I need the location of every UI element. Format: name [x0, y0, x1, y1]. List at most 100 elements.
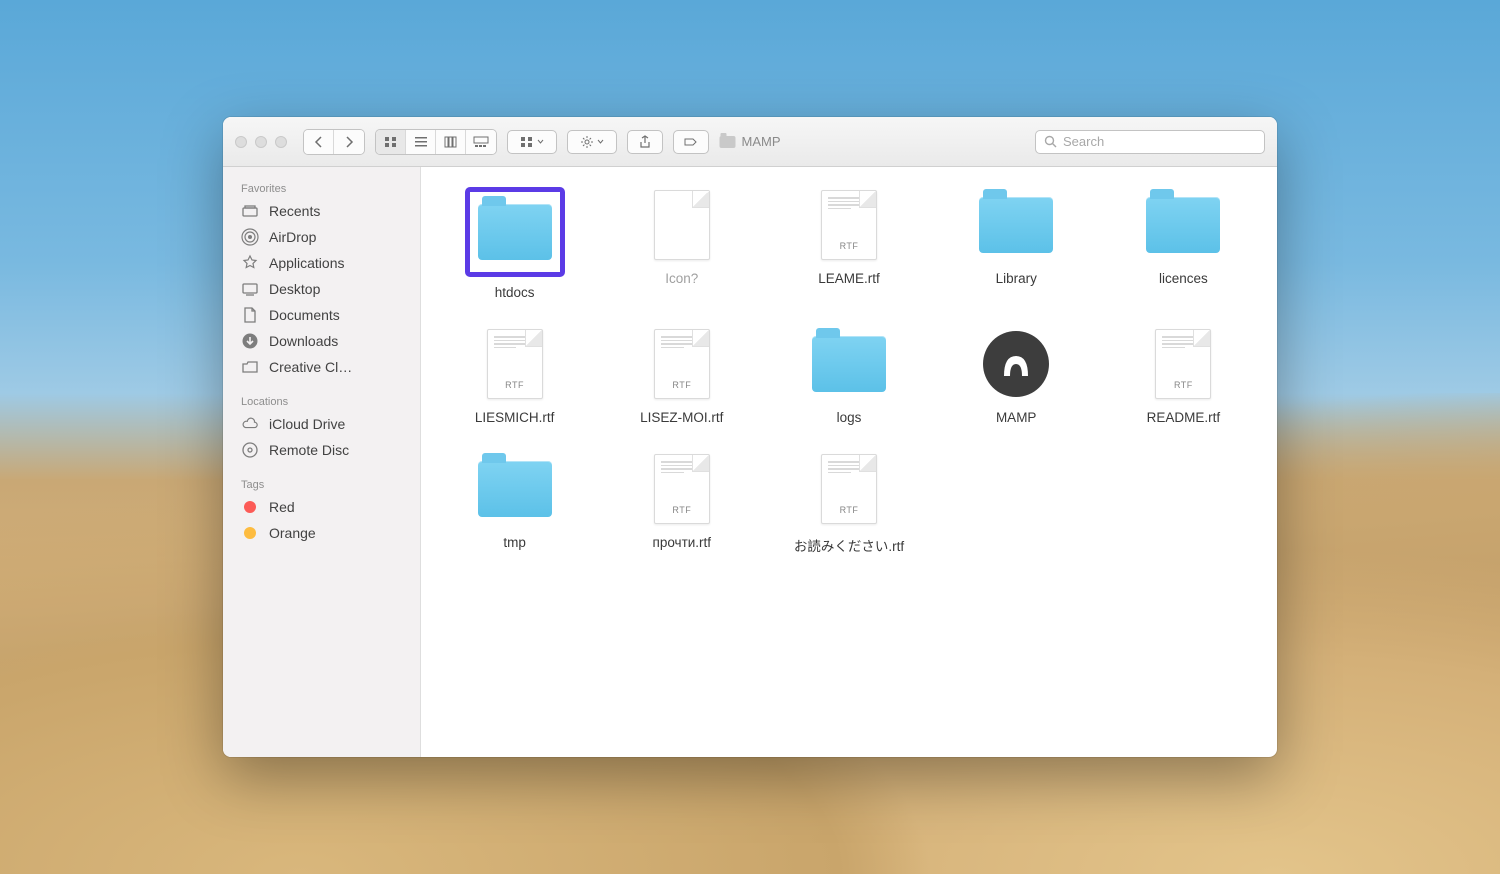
sidebar-item-label: Desktop — [269, 281, 320, 297]
action-dropdown[interactable] — [567, 130, 617, 154]
view-columns-button[interactable] — [436, 130, 466, 154]
file-item[interactable]: RTF LIESMICH.rtf — [431, 326, 598, 425]
mamp-app-icon — [983, 331, 1049, 397]
sidebar-heading-favorites: Favorites — [223, 177, 420, 198]
sidebar-item-icloud[interactable]: iCloud Drive — [223, 411, 420, 437]
applications-icon — [241, 254, 259, 272]
folder-icon — [241, 358, 259, 376]
sidebar-item-recents[interactable]: Recents — [223, 198, 420, 224]
airdrop-icon — [241, 228, 259, 246]
sidebar-item-label: Applications — [269, 255, 345, 271]
sidebar-item-tag-orange[interactable]: Orange — [223, 520, 420, 546]
sidebar-item-creative-cloud[interactable]: Creative Cl… — [223, 354, 420, 380]
file-icon-wrap: RTF — [470, 326, 560, 402]
file-label: LEAME.rtf — [818, 271, 880, 286]
sidebar-heading-tags: Tags — [223, 473, 420, 494]
file-icon-wrap — [804, 326, 894, 402]
folder-icon — [1146, 197, 1220, 253]
sidebar-item-label: iCloud Drive — [269, 416, 345, 432]
file-label: LISEZ-MOI.rtf — [640, 410, 723, 425]
file-item[interactable]: RTF README.rtf — [1100, 326, 1267, 425]
file-item[interactable]: RTF LEAME.rtf — [765, 187, 932, 300]
sidebar-item-documents[interactable]: Documents — [223, 302, 420, 328]
nav-back-forward — [303, 129, 365, 155]
file-label: logs — [837, 410, 862, 425]
sidebar-item-applications[interactable]: Applications — [223, 250, 420, 276]
gear-icon — [580, 135, 594, 149]
window-title: MAMP — [720, 134, 781, 149]
share-icon — [639, 135, 651, 149]
view-icons-button[interactable] — [376, 130, 406, 154]
sidebar-item-label: Downloads — [269, 333, 338, 349]
folder-icon — [720, 136, 736, 148]
file-item[interactable]: htdocs — [431, 187, 598, 300]
file-label: licences — [1159, 271, 1208, 286]
file-item[interactable]: MAMP — [933, 326, 1100, 425]
sidebar-item-desktop[interactable]: Desktop — [223, 276, 420, 302]
sidebar-item-tag-red[interactable]: Red — [223, 494, 420, 520]
minimize-button[interactable] — [255, 136, 267, 148]
file-label: Icon? — [665, 271, 698, 286]
file-label: htdocs — [495, 285, 535, 300]
file-item[interactable]: Library — [933, 187, 1100, 300]
file-item[interactable]: logs — [765, 326, 932, 425]
tag-orange-icon — [241, 524, 259, 542]
traffic-lights — [235, 136, 287, 148]
tag-icon — [683, 136, 699, 148]
file-item[interactable]: tmp — [431, 451, 598, 555]
view-mode-group — [375, 129, 497, 155]
search-placeholder: Search — [1063, 134, 1104, 149]
file-icon-wrap — [465, 187, 565, 277]
forward-button[interactable] — [334, 130, 364, 154]
sidebar-item-label: Remote Disc — [269, 442, 349, 458]
chevron-down-icon — [597, 139, 604, 144]
file-label: README.rtf — [1147, 410, 1221, 425]
file-icon-wrap: RTF — [804, 451, 894, 527]
rtf-document-icon: RTF — [487, 329, 543, 399]
finder-window: MAMP Search Favorites Recents AirDrop Ap… — [223, 117, 1277, 757]
sidebar-item-airdrop[interactable]: AirDrop — [223, 224, 420, 250]
view-list-button[interactable] — [406, 130, 436, 154]
view-gallery-button[interactable] — [466, 130, 496, 154]
file-label: прочти.rtf — [653, 535, 712, 550]
file-view[interactable]: htdocs Icon? RTF LEAME.rtf Library licences RT… — [421, 167, 1277, 757]
file-icon-wrap: RTF — [804, 187, 894, 263]
file-icon-wrap — [971, 326, 1061, 402]
search-input[interactable]: Search — [1035, 130, 1265, 154]
back-button[interactable] — [304, 130, 334, 154]
folder-icon — [979, 197, 1053, 253]
file-item[interactable]: RTF прочти.rtf — [598, 451, 765, 555]
sidebar-item-remote-disc[interactable]: Remote Disc — [223, 437, 420, 463]
recents-icon — [241, 202, 259, 220]
file-item[interactable]: Icon? — [598, 187, 765, 300]
file-icon-wrap — [637, 187, 727, 263]
tags-button[interactable] — [673, 130, 709, 154]
sidebar-item-label: Documents — [269, 307, 340, 323]
titlebar: MAMP Search — [223, 117, 1277, 167]
arrange-dropdown[interactable] — [507, 130, 557, 154]
file-item[interactable]: licences — [1100, 187, 1267, 300]
folder-icon — [478, 461, 552, 517]
icloud-icon — [241, 415, 259, 433]
close-button[interactable] — [235, 136, 247, 148]
folder-icon — [812, 336, 886, 392]
file-item[interactable]: RTFお読みください.rtf — [765, 451, 932, 555]
window-body: Favorites Recents AirDrop Applications D… — [223, 167, 1277, 757]
share-button[interactable] — [627, 130, 663, 154]
blank-document-icon — [654, 190, 710, 260]
sidebar-heading-locations: Locations — [223, 390, 420, 411]
rtf-document-icon: RTF — [654, 454, 710, 524]
file-label: LIESMICH.rtf — [475, 410, 555, 425]
zoom-button[interactable] — [275, 136, 287, 148]
folder-icon — [478, 204, 552, 260]
sidebar-item-downloads[interactable]: Downloads — [223, 328, 420, 354]
rtf-document-icon: RTF — [1155, 329, 1211, 399]
file-icon-wrap: RTF — [1138, 326, 1228, 402]
file-item[interactable]: RTF LISEZ-MOI.rtf — [598, 326, 765, 425]
desktop-icon — [241, 280, 259, 298]
rtf-document-icon: RTF — [654, 329, 710, 399]
sidebar-item-label: Orange — [269, 525, 316, 541]
window-title-label: MAMP — [742, 134, 781, 149]
file-icon-wrap — [1138, 187, 1228, 263]
file-icon-wrap: RTF — [637, 451, 727, 527]
